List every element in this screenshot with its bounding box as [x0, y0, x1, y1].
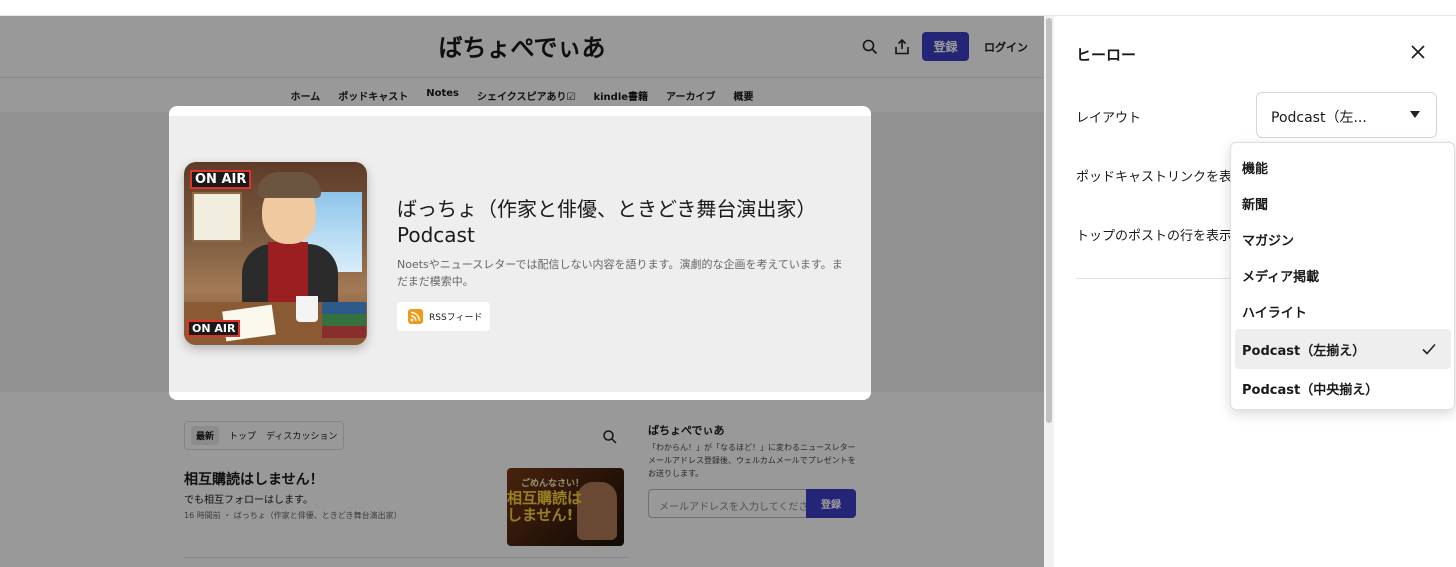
checkmark-icon — [1422, 343, 1436, 355]
dropdown-arrow-icon — [1410, 111, 1420, 118]
option-magazine[interactable]: マガジン — [1235, 219, 1451, 259]
layout-label: レイアウト — [1076, 111, 1142, 126]
panel-title: ヒーロー — [1076, 46, 1137, 64]
close-icon[interactable] — [1409, 43, 1427, 61]
hero-settings-panel: ヒーロー レイアウト Podcast（左... ポッドキャストリンクを表示 トッ… — [1054, 16, 1456, 567]
hero-preview-modal: ON AIR ON AIR ばっちょ（作家と俳優、ときどき舞台演出家） Podc… — [169, 106, 871, 400]
podcast-link-label: ポッドキャストリンクを表示 — [1076, 170, 1246, 185]
option-feature[interactable]: 機能 — [1235, 147, 1451, 187]
layout-dropdown-menu: 機能 新聞 マガジン メディア掲載 ハイライト Podcast（左揃え） Pod… — [1230, 142, 1455, 410]
cover-figure-cap — [257, 172, 321, 198]
hero-content: ON AIR ON AIR ばっちょ（作家と俳優、ときどき舞台演出家） Podc… — [169, 116, 871, 392]
scrollbar-thumb[interactable] — [1046, 18, 1052, 423]
layout-select-value: Podcast（左... — [1271, 110, 1367, 126]
option-highlight[interactable]: ハイライト — [1235, 291, 1451, 331]
rss-feed-button[interactable]: RSSフィード — [397, 302, 490, 331]
rss-label: RSSフィード — [429, 313, 483, 323]
podcast-title: ばっちょ（作家と俳優、ときどき舞台演出家） Podcast — [397, 197, 817, 247]
option-media[interactable]: メディア掲載 — [1235, 255, 1451, 295]
cover-books — [322, 302, 366, 338]
option-newspaper[interactable]: 新聞 — [1235, 183, 1451, 223]
podcast-cover-image: ON AIR ON AIR — [184, 162, 367, 345]
site-preview: ばちょぺでぃあ 登録 ログイン ホーム ポッドキャスト Notes シェイクスピ… — [0, 16, 1044, 567]
cover-board — [192, 192, 242, 242]
cover-on-air-sign: ON AIR — [190, 170, 252, 189]
top-bar — [0, 0, 1456, 16]
option-podcast-center[interactable]: Podcast（中央揃え） — [1235, 368, 1451, 408]
layout-select[interactable]: Podcast（左... — [1256, 92, 1437, 138]
cover-mug — [296, 296, 318, 322]
rss-icon — [408, 309, 423, 324]
preview-scrollbar[interactable] — [1044, 16, 1054, 567]
cover-figure-scarf — [268, 242, 308, 302]
podcast-description: Noetsやニュースレターでは配信しない内容を語ります。演劇的な企画を考えていま… — [397, 258, 843, 288]
cover-on-air-sign-bottom: ON AIR — [187, 320, 241, 337]
top-posts-label: トップのポストの行を表示 — [1076, 229, 1233, 244]
option-podcast-left-label: Podcast（左揃え） — [1242, 343, 1366, 359]
option-podcast-left[interactable]: Podcast（左揃え） — [1235, 329, 1451, 369]
